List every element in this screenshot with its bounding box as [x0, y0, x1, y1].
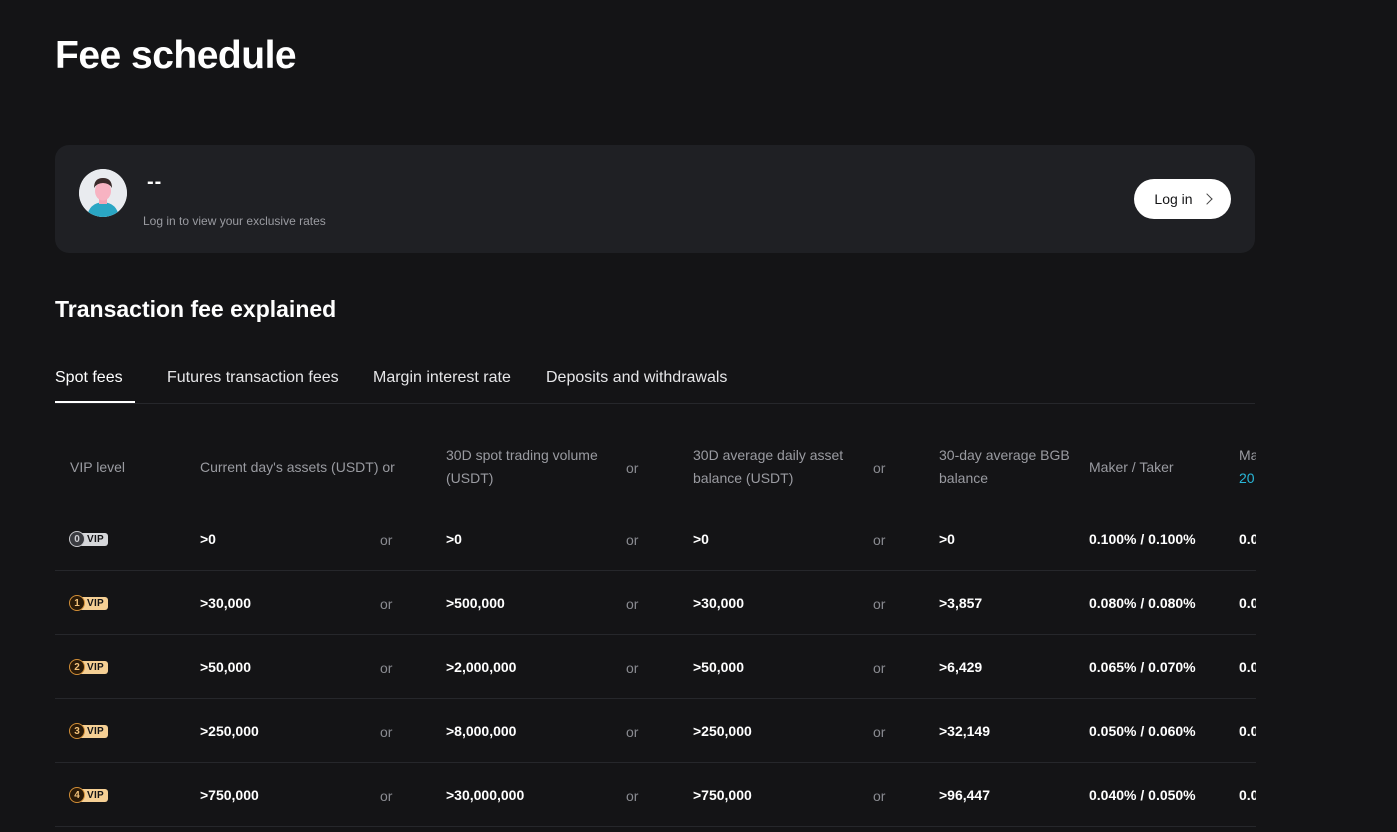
or-label: or	[873, 724, 886, 740]
tab-futures-fees[interactable]: Futures transaction fees	[167, 369, 339, 387]
header-bgb-balance-line1: 30-day average BGB	[939, 447, 1070, 463]
account-name: --	[147, 171, 163, 193]
table-row: 2 VIP >50,000 or >2,000,000 or >50,000 o…	[55, 634, 1256, 699]
vip-badge: 4 VIP	[69, 787, 109, 803]
cell-volume: >8,000,000	[446, 723, 517, 739]
cell-balance: >50,000	[693, 659, 744, 675]
cell-assets: >50,000	[200, 659, 251, 675]
or-label: or	[626, 724, 639, 740]
cell-balance: >750,000	[693, 787, 752, 803]
cell-volume: >0	[446, 531, 462, 547]
section-title: Transaction fee explained	[55, 296, 337, 322]
vip-level-number: 2	[69, 659, 85, 675]
cell-bgb: >32,149	[939, 723, 990, 739]
table-row: 3 VIP >250,000 or >8,000,000 or >250,000…	[55, 698, 1256, 763]
header-maker-taker: Maker / Taker	[1089, 459, 1174, 475]
cell-clipped: 0.0	[1239, 531, 1256, 547]
table-row: 4 VIP >750,000 or >30,000,000 or >750,00…	[55, 762, 1256, 827]
header-bgb-balance-line2: balance	[939, 470, 989, 486]
header-clipped-line1: Ma	[1239, 447, 1256, 463]
header-clipped: Ma 20	[1239, 444, 1256, 490]
or-label: or	[380, 596, 393, 612]
cell-clipped: 0.0	[1239, 659, 1256, 675]
cell-bgb: >6,429	[939, 659, 983, 675]
tab-spot-fees[interactable]: Spot fees	[55, 369, 123, 387]
cell-assets: >0	[200, 531, 216, 547]
cell-clipped: 0.0	[1239, 595, 1256, 611]
cell-maker-taker: 0.065% / 0.070%	[1089, 659, 1196, 675]
cell-assets: >750,000	[200, 787, 259, 803]
header-avg-balance-line2: balance (USDT)	[693, 470, 794, 486]
cell-bgb: >96,447	[939, 787, 990, 803]
header-avg-balance: 30D average daily asset balance (USDT)	[693, 444, 843, 490]
cell-balance: >0	[693, 531, 709, 547]
cell-clipped: 0.0	[1239, 787, 1256, 803]
header-avg-balance-line1: 30D average daily asset	[693, 447, 844, 463]
header-or: or	[626, 460, 639, 476]
or-label: or	[380, 532, 393, 548]
header-or: or	[873, 460, 886, 476]
vip-level-number: 1	[69, 595, 85, 611]
cell-assets: >250,000	[200, 723, 259, 739]
cell-bgb: >0	[939, 531, 955, 547]
avatar	[79, 169, 127, 217]
cell-balance: >30,000	[693, 595, 744, 611]
vip-level-number: 0	[69, 531, 85, 547]
cell-maker-taker: 0.100% / 0.100%	[1089, 531, 1196, 547]
tab-deposits-withdrawals[interactable]: Deposits and withdrawals	[546, 369, 727, 387]
cell-maker-taker: 0.040% / 0.050%	[1089, 787, 1196, 803]
vip-level-number: 4	[69, 787, 85, 803]
or-label: or	[873, 660, 886, 676]
or-label: or	[873, 532, 886, 548]
or-label: or	[873, 788, 886, 804]
cell-maker-taker: 0.080% / 0.080%	[1089, 595, 1196, 611]
or-label: or	[626, 532, 639, 548]
table-row: 1 VIP >30,000 or >500,000 or >30,000 or …	[55, 570, 1256, 635]
cell-assets: >30,000	[200, 595, 251, 611]
active-tab-indicator	[55, 401, 135, 403]
page-title: Fee schedule	[55, 34, 297, 77]
or-label: or	[626, 660, 639, 676]
cell-maker-taker: 0.050% / 0.060%	[1089, 723, 1196, 739]
header-bgb-balance: 30-day average BGB balance	[939, 444, 1070, 490]
cell-clipped: 0.0	[1239, 723, 1256, 739]
or-label: or	[873, 596, 886, 612]
fee-table: VIP level Current day's assets (USDT) or…	[55, 404, 1256, 832]
vip-level-number: 3	[69, 723, 85, 739]
login-button[interactable]: Log in	[1134, 179, 1231, 219]
cell-volume: >500,000	[446, 595, 505, 611]
cell-volume: >30,000,000	[446, 787, 525, 803]
or-label: or	[380, 660, 393, 676]
or-label: or	[626, 596, 639, 612]
cell-bgb: >3,857	[939, 595, 983, 611]
header-spot-volume-line2: (USDT)	[446, 470, 494, 486]
or-label: or	[626, 788, 639, 804]
avatar-icon	[79, 169, 127, 217]
tab-margin-interest[interactable]: Margin interest rate	[373, 369, 511, 387]
header-current-assets: Current day's assets (USDT) or	[200, 459, 395, 475]
header-spot-volume: 30D spot trading volume (USDT)	[446, 444, 598, 490]
header-clipped-link[interactable]: 20	[1239, 467, 1256, 490]
header-vip-level: VIP level	[70, 459, 125, 475]
chevron-right-icon	[1200, 193, 1213, 205]
or-label: or	[380, 724, 393, 740]
vip-badge: 0 VIP	[69, 531, 109, 547]
table-row: 0 VIP >0 or >0 or >0 or >0 0.100% / 0.10…	[55, 506, 1256, 571]
cell-balance: >250,000	[693, 723, 752, 739]
cell-volume: >2,000,000	[446, 659, 517, 675]
vip-badge: 2 VIP	[69, 659, 109, 675]
or-label: or	[380, 788, 393, 804]
header-spot-volume-line1: 30D spot trading volume	[446, 447, 598, 463]
login-button-label: Log in	[1154, 191, 1193, 207]
account-subtitle: Log in to view your exclusive rates	[143, 214, 326, 228]
account-card: -- Log in to view your exclusive rates L…	[55, 145, 1255, 253]
fee-tabs: Spot fees Futures transaction fees Margi…	[55, 355, 1255, 404]
vip-badge: 1 VIP	[69, 595, 109, 611]
vip-badge: 3 VIP	[69, 723, 109, 739]
